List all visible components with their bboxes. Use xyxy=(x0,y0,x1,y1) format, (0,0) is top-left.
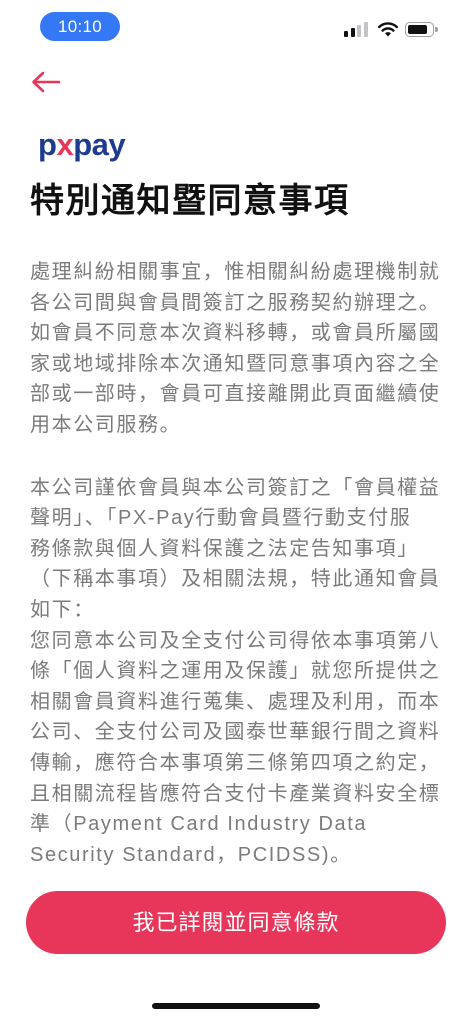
agree-terms-button[interactable]: 我已詳閱並同意條款 xyxy=(26,891,446,954)
logo-text: p xyxy=(38,127,57,162)
battery-level-fill xyxy=(407,24,428,34)
battery-icon xyxy=(405,22,434,37)
notice-line: 如會員不同意本次資料移轉，或會員所屬國 xyxy=(30,322,441,345)
pxpay-logo: pxpay xyxy=(38,124,126,166)
arrow-left-icon xyxy=(32,71,61,93)
notice-line: 處理糾紛相關事宜，惟相關糾紛處理機制就 xyxy=(30,261,441,283)
logo-text: pay xyxy=(73,127,126,162)
signal-bar xyxy=(357,25,361,37)
notice-line: 家或地域排除本次通知暨同意事項內容之全 xyxy=(30,352,441,375)
notice-line: 您同意本公司及全支付公司得依本事項第八 xyxy=(30,629,441,652)
logo-text-accent: x xyxy=(56,127,74,162)
notice-paragraph: 本公司謹依會員與本公司簽訂之「會員權益 聲明」、「PX-Pay行動會員暨行動支付服… xyxy=(30,473,450,871)
signal-bar xyxy=(344,31,348,37)
page-title: 特別通知暨同意事項 xyxy=(30,182,350,220)
signal-bar xyxy=(363,22,368,37)
notice-line: 務條款與個人資料保護之法定告知事項」 xyxy=(30,537,419,560)
notice-line: 用本公司服務。 xyxy=(30,413,182,436)
notice-paragraph: 處理糾紛相關事宜，惟相關糾紛處理機制就 各公司間與會員間簽訂之服務契約辦理之。 如會… xyxy=(30,257,450,441)
notice-content: 處理糾紛相關事宜，惟相關糾紛處理機制就 各公司間與會員間簽訂之服務契約辦理之。 如會… xyxy=(30,228,450,870)
notice-line: 各公司間與會員間簽訂之服務契約辦理之。 xyxy=(30,291,441,314)
signal-bar xyxy=(350,28,355,37)
notice-line: Security Standard，PCIDSS)。 xyxy=(30,843,352,866)
home-indicator[interactable] xyxy=(152,1003,320,1009)
wifi-icon xyxy=(377,21,399,37)
battery-cap xyxy=(435,27,438,32)
notice-line: 如下： xyxy=(30,598,95,621)
notice-line: 本公司謹依會員與本公司簽訂之「會員權益 xyxy=(30,476,441,499)
notice-line: 公司、全支付公司及國泰世華銀行間之資料 xyxy=(30,721,441,744)
back-button[interactable] xyxy=(28,66,64,98)
notice-line: （下稱本事項）及相關法規，特此通知會員 xyxy=(30,568,441,591)
notice-line: 傳輸，應符合本事項第三條第四項之約定， xyxy=(30,751,441,774)
signal-icon xyxy=(344,21,368,37)
notice-scroll-area[interactable]: 處理糾紛相關事宜，惟相關糾紛處理機制就 各公司間與會員間簽訂之服務契約辦理之。 如會… xyxy=(30,228,450,878)
notice-line: 準（Payment Card Industry Data xyxy=(30,813,368,836)
notice-line: 聲明」、「PX-Pay行動會員暨行動支付服 xyxy=(30,507,412,530)
status-time: 10:10 xyxy=(40,12,120,41)
notice-line: 相關會員資料進行蒐集、處理及利用，而本 xyxy=(30,690,441,713)
notice-line: 部或一部時，會員可直接離開此頁面繼續使 xyxy=(30,383,441,406)
notice-line: 條「個人資料之運用及保護」就您所提供之 xyxy=(30,660,441,683)
notice-line: 且相關流程皆應符合支付卡產業資料安全標 xyxy=(30,782,441,805)
